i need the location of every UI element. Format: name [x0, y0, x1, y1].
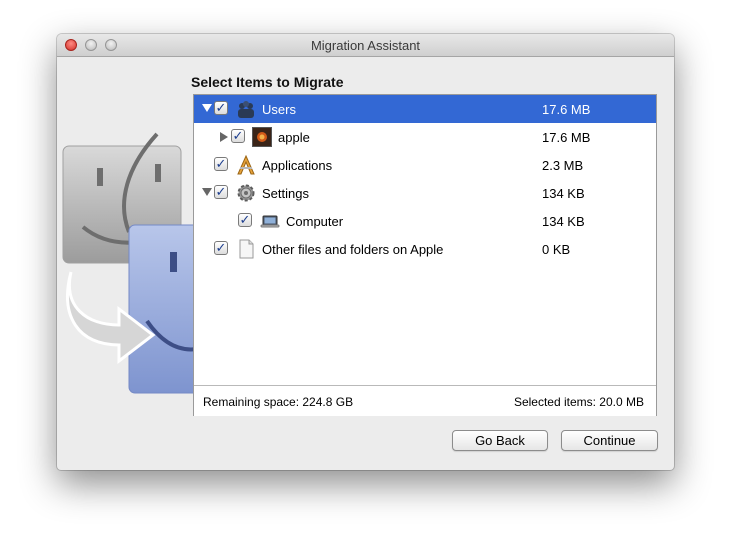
item-name: Settings — [262, 186, 309, 201]
disclosure-triangle-expanded-icon[interactable] — [202, 104, 212, 112]
item-size: 17.6 MB — [542, 130, 591, 145]
list-item-other-files[interactable]: ✓ Other files and folders on Apple 0 KB — [194, 235, 656, 263]
document-icon — [236, 239, 256, 259]
applications-folder-icon — [236, 155, 256, 175]
applications-checkbox[interactable]: ✓ — [214, 157, 228, 171]
item-size: 17.6 MB — [542, 102, 591, 117]
list-item-apple[interactable]: ✓ apple 17.6 MB — [194, 123, 656, 151]
disclosure-triangle-collapsed-icon[interactable] — [220, 132, 228, 142]
item-size: 134 KB — [542, 186, 585, 201]
item-size: 134 KB — [542, 214, 585, 229]
user-picture-icon — [252, 127, 272, 147]
page-heading: Select Items to Migrate — [191, 74, 344, 90]
other-files-checkbox[interactable]: ✓ — [214, 241, 228, 255]
item-name: apple — [278, 130, 310, 145]
migration-assistant-window: Migration Assistant Select Items to Migr… — [57, 34, 674, 470]
item-size: 0 KB — [542, 242, 571, 257]
settings-checkbox[interactable]: ✓ — [214, 185, 228, 199]
title-bar: Migration Assistant — [57, 34, 674, 57]
migration-items-list[interactable]: ✓ Users 17.6 MB ✓ apple 17.6 MB ✓ Applic… — [193, 94, 657, 416]
item-name: Other files and folders on Apple — [262, 242, 444, 257]
go-back-button[interactable]: Go Back — [452, 430, 548, 451]
migration-illustration — [57, 57, 210, 470]
apple-checkbox[interactable]: ✓ — [231, 129, 245, 143]
item-name: Computer — [286, 214, 344, 229]
item-name: Users — [262, 102, 296, 117]
window-title: Migration Assistant — [310, 38, 421, 53]
selected-items-label: Selected items: 20.0 MB — [513, 395, 644, 409]
list-item-computer[interactable]: ✓ Computer 134 KB — [194, 207, 656, 235]
laptop-icon — [260, 211, 280, 231]
continue-button[interactable]: Continue — [561, 430, 658, 451]
list-item-users[interactable]: ✓ Users 17.6 MB — [194, 95, 656, 123]
disclosure-triangle-expanded-icon[interactable] — [202, 188, 212, 196]
users-group-icon — [236, 99, 256, 119]
item-size: 2.3 MB — [542, 158, 584, 173]
list-item-settings[interactable]: ✓ Settings 134 KB — [194, 179, 656, 207]
computer-checkbox[interactable]: ✓ — [238, 213, 252, 227]
list-footer: Remaining space: 224.8 GB Selected items… — [194, 385, 656, 416]
remaining-space-label: Remaining space: 224.8 GB — [203, 395, 354, 409]
list-item-applications[interactable]: ✓ Applications 2.3 MB — [194, 151, 656, 179]
gear-icon — [236, 183, 256, 203]
item-name: Applications — [262, 158, 333, 173]
users-checkbox[interactable]: ✓ — [214, 101, 228, 115]
